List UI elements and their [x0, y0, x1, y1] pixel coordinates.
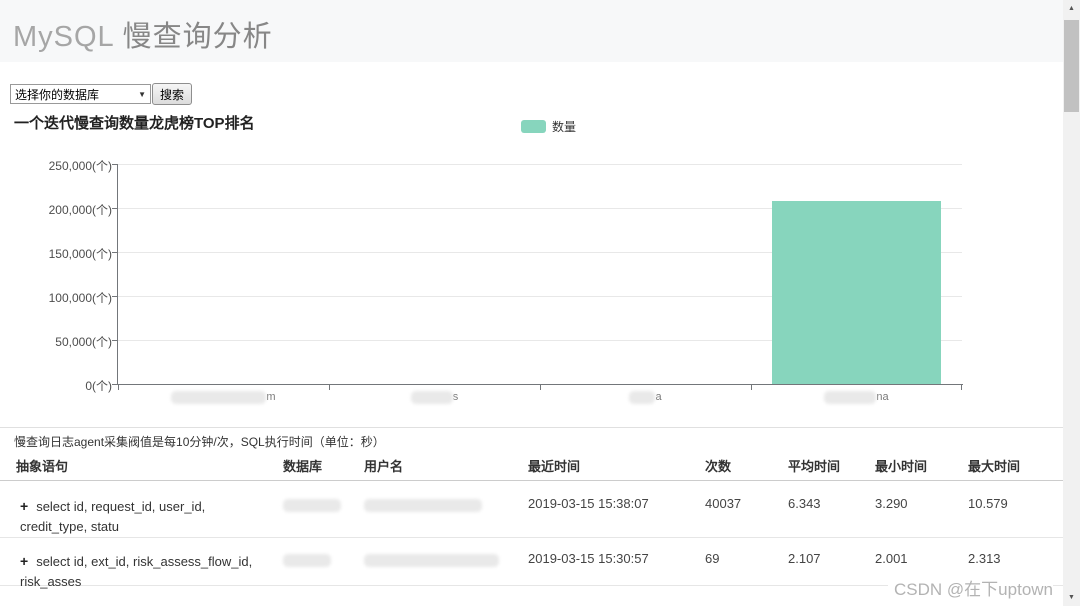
csdn-watermark: CSDN @在下uptown: [888, 575, 1053, 600]
database-cell: [283, 538, 364, 592]
bar-slot: [329, 164, 540, 384]
slow-query-table: 抽象语句 数据库 用户名 最近时间 次数 平均时间 最小时间 最大时间 + sel…: [0, 455, 1063, 589]
col-header-max-time: 最大时间: [968, 459, 1021, 474]
chevron-down-icon: ▼: [138, 89, 146, 99]
database-cell: [283, 481, 364, 537]
page-header: MySQL 慢查询分析: [0, 0, 1063, 62]
last-time-cell: 2019-03-15 15:30:57: [528, 551, 649, 566]
col-header-username: 用户名: [364, 459, 404, 474]
avg-time-cell: 6.343: [788, 496, 821, 511]
y-tick-label: 250,000(个): [48, 159, 112, 173]
y-tick-label: 150,000(个): [48, 247, 112, 261]
censored-label-blur: [824, 390, 877, 404]
x-category-suffix: na: [876, 391, 889, 403]
avg-time-cell: 2.107: [788, 551, 821, 566]
bar-slot: [751, 164, 962, 384]
username-cell: [364, 481, 528, 537]
section-divider: [0, 427, 1063, 428]
statement-cell: + select id, request_id, user_id, credit_…: [0, 481, 283, 537]
table-row: + select id, request_id, user_id, credit_…: [0, 481, 1063, 538]
legend-swatch: [521, 120, 546, 133]
statement-text: select id, ext_id, risk_assess_flow_id,: [36, 554, 253, 569]
x-category-label: a: [540, 390, 751, 404]
col-header-last-time: 最近时间: [528, 459, 581, 474]
page-title-text: 慢查询分析: [122, 21, 273, 53]
statement-cell: + select id, ext_id, risk_assess_flow_id,…: [0, 538, 283, 592]
max-time-cell: 10.579: [968, 496, 1008, 511]
statement-text: credit_type, statu: [20, 519, 119, 534]
x-category-label: na: [751, 390, 962, 404]
col-header-statement: 抽象语句: [16, 459, 69, 474]
page-title-product: MySQL: [13, 21, 114, 53]
username-cell: [364, 538, 528, 592]
collection-note: 慢查询日志agent采集阀值是每10分钟/次，SQL执行时间（单位：秒）: [14, 435, 385, 449]
scroll-up-icon[interactable]: ▲: [1063, 0, 1080, 17]
col-header-database: 数据库: [283, 459, 323, 474]
min-time-cell: 3.290: [875, 496, 908, 511]
x-category-suffix: m: [266, 391, 276, 403]
x-category-label: s: [329, 390, 540, 404]
censored-label-blur: [629, 390, 656, 404]
expand-plus-icon[interactable]: +: [20, 553, 28, 569]
censored-label-blur: [171, 390, 267, 404]
bar-slot: [118, 164, 329, 384]
censored-value-blur: [364, 554, 499, 567]
y-tick-label: 0(个): [85, 379, 112, 393]
database-select-value: 选择你的数据库: [15, 87, 100, 102]
search-button[interactable]: 搜索: [152, 83, 193, 105]
bar-series-数量[interactable]: [772, 201, 941, 384]
expand-plus-icon[interactable]: +: [20, 498, 28, 514]
chart-title: 一个迭代慢查询数量龙虎榜TOP排名: [14, 115, 255, 132]
col-header-min-time: 最小时间: [875, 459, 928, 474]
bar-slot: [540, 164, 751, 384]
y-tick-label: 200,000(个): [48, 203, 112, 217]
x-category-suffix: s: [452, 391, 459, 403]
statement-text: select id, request_id, user_id,: [36, 499, 206, 514]
last-time-cell: 2019-03-15 15:38:07: [528, 496, 649, 511]
censored-value-blur: [364, 499, 482, 512]
y-tick-label: 100,000(个): [48, 291, 112, 305]
censored-label-blur: [410, 390, 453, 404]
page-title: MySQL 慢查询分析: [13, 13, 273, 55]
scrollbar-thumb[interactable]: [1064, 20, 1079, 112]
table-header-row: 抽象语句 数据库 用户名 最近时间 次数 平均时间 最小时间 最大时间: [0, 455, 1063, 481]
x-category-label: m: [118, 390, 329, 404]
col-header-avg-time: 平均时间: [788, 459, 841, 474]
count-cell: 69: [705, 551, 720, 566]
statement-text: risk_asses: [20, 574, 82, 589]
scroll-down-icon[interactable]: ▼: [1063, 589, 1080, 606]
vertical-scrollbar[interactable]: ▲ ▼: [1063, 0, 1080, 606]
database-select[interactable]: 选择你的数据库 ▼: [10, 84, 151, 104]
x-category-suffix: a: [655, 391, 662, 403]
chart-legend[interactable]: 数量: [521, 118, 576, 135]
count-cell: 40037: [705, 496, 742, 511]
col-header-count: 次数: [705, 459, 732, 474]
y-tick-label: 50,000(个): [55, 335, 112, 349]
legend-label: 数量: [552, 120, 577, 134]
censored-value-blur: [283, 554, 331, 567]
censored-value-blur: [283, 499, 341, 512]
